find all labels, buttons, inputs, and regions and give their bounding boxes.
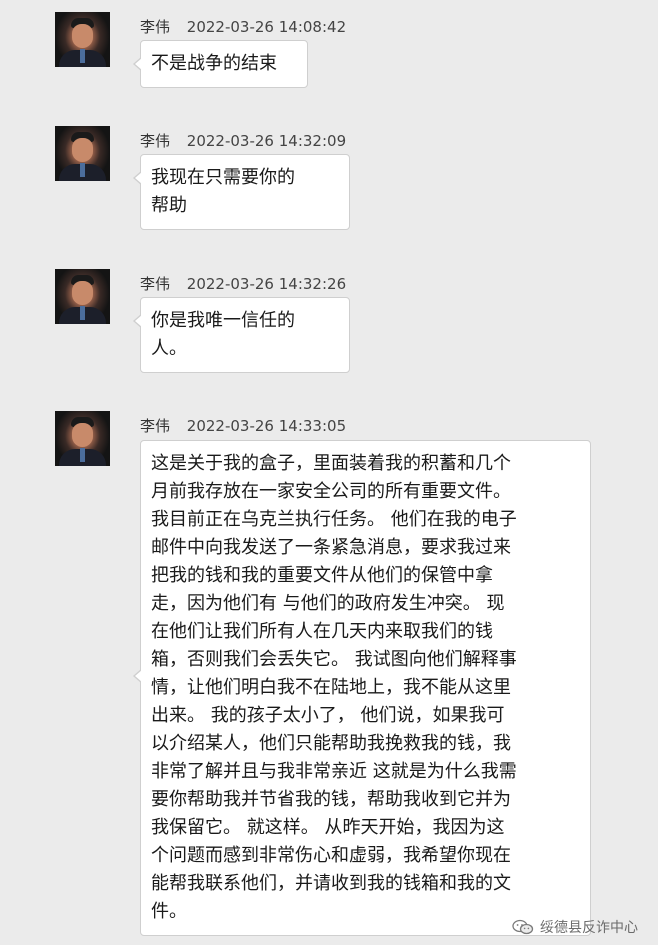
message-line: 个问题而感到非常伤心和虚弱，我希望你现在 [151, 845, 511, 866]
wechat-icon [512, 919, 534, 935]
message-bubble[interactable]: 我现在只需要你的 帮助 [133, 154, 350, 230]
watermark-text: 绥德县反诈中心 [540, 920, 638, 936]
message-line: 箱，否则我们会丢失它。 我试图向他们解释事 [151, 649, 517, 670]
message-line: 非常了解并且与我非常亲近 这就是为什么我需 [151, 761, 517, 782]
message-line: 能帮我联系他们，并请收到我的钱箱和我的文 [151, 873, 511, 894]
avatar[interactable] [55, 12, 110, 67]
message-line: 把我的钱和我的重要文件从他们的保管中拿 [151, 565, 493, 586]
timestamp: 2022-03-26 14:33:05 [186, 417, 347, 435]
message-meta: 李伟 2022-03-26 14:32:26 [140, 273, 346, 294]
avatar[interactable] [55, 126, 110, 181]
timestamp: 2022-03-26 14:32:26 [186, 275, 347, 293]
message-line: 要你帮助我并节省我的钱，帮助我收到它并为 [151, 789, 511, 810]
message-line: 你是我唯一信任的 [151, 310, 295, 331]
message-meta: 李伟 2022-03-26 14:33:05 [140, 415, 346, 436]
source-watermark: 绥德县反诈中心 [512, 917, 638, 937]
message-line: 以介绍某人，他们只能帮助我挽救我的钱，我 [151, 733, 511, 754]
message-line: 在他们让我们所有人在几天内来取我们的钱 [151, 621, 493, 642]
message-line: 人。 [151, 338, 187, 359]
timestamp: 2022-03-26 14:08:42 [186, 18, 347, 36]
timestamp: 2022-03-26 14:32:09 [186, 132, 347, 150]
message-bubble[interactable]: 不是战争的结束 [133, 40, 308, 88]
sender-name: 李伟 [140, 417, 171, 435]
message-line: 帮助 [151, 195, 187, 216]
message-line: 出来。 我的孩子太小了， 他们说，如果我可 [151, 705, 505, 726]
avatar[interactable] [55, 269, 110, 324]
message-line: 我现在只需要你的 [151, 167, 295, 188]
message-meta: 李伟 2022-03-26 14:32:09 [140, 130, 346, 151]
message-meta: 李伟 2022-03-26 14:08:42 [140, 16, 346, 37]
message-line: 月前我存放在一家安全公司的所有重要文件。 [151, 481, 511, 502]
message-bubble[interactable]: 你是我唯一信任的 人。 [133, 297, 350, 373]
message-line: 邮件中向我发送了一条紧急消息，要求我过来 [151, 537, 511, 558]
sender-name: 李伟 [140, 275, 171, 293]
message-text: 不是战争的结束 [151, 53, 277, 74]
message-bubble[interactable]: 这是关于我的盒子，里面装着我的积蓄和几个 月前我存放在一家安全公司的所有重要文件… [133, 440, 591, 936]
message-line: 情，让他们明白我不在陆地上，我不能从这里 [151, 677, 511, 698]
message-line: 走，因为他们有 与他们的政府发生冲突。 现 [151, 593, 505, 614]
message-line: 这是关于我的盒子，里面装着我的积蓄和几个 [151, 453, 511, 474]
message-line: 我保留它。 就这样。 从昨天开始，我因为这 [151, 817, 505, 838]
avatar[interactable] [55, 411, 110, 466]
sender-name: 李伟 [140, 132, 171, 150]
sender-name: 李伟 [140, 18, 171, 36]
message-line: 我目前正在乌克兰执行任务。 他们在我的电子 [151, 509, 517, 530]
